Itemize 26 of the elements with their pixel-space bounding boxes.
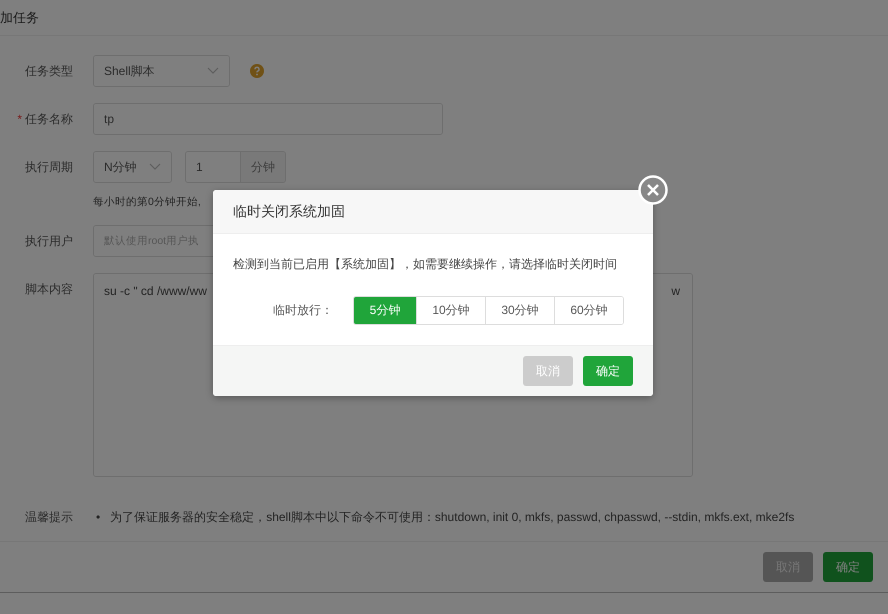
duration-option[interactable]: 60分钟: [554, 297, 623, 324]
name-input[interactable]: tp: [93, 103, 443, 135]
bullet-mark: •: [96, 509, 100, 526]
field-label: 执行周期: [25, 159, 73, 176]
type-select[interactable]: Shell脚本: [93, 55, 230, 87]
chevron-icon: [149, 163, 161, 171]
field-label: 执行用户: [25, 233, 73, 250]
period-select[interactable]: N分钟: [93, 151, 172, 183]
minutes-input[interactable]: 1: [185, 151, 241, 183]
field-label: 脚本内容: [25, 281, 73, 298]
dialog-title: 临时关闭系统加固: [233, 202, 345, 220]
required-mark: *: [17, 111, 22, 128]
field-label: 任务类型: [25, 63, 73, 80]
page-title: 加任务: [0, 8, 39, 26]
option-label: 临时放行：: [272, 302, 333, 319]
close-icon[interactable]: [638, 175, 668, 205]
tip-text: 为了保证服务器的安全稳定，shell脚本中以下命令不可使用：shutdown, init 0, mkfs, passwd, chpasswd, --stdin, mkfs.ext, mke2fs: [110, 509, 794, 526]
field-label: 任务名称: [25, 111, 73, 128]
schedule-hint: 每小时的第0分钟开始,: [93, 195, 201, 209]
dialog-message: 检测到当前已启用【系统加固】，如需要继续操作，请选择临时关闭时间: [233, 256, 618, 273]
duration-option[interactable]: 5分钟: [354, 297, 416, 324]
confirm-button[interactable]: 确定: [583, 356, 633, 386]
unit-label: 分钟: [241, 151, 286, 183]
tip-label: 温馨提示: [25, 509, 73, 526]
chevron-icon: [207, 67, 219, 75]
confirm-button[interactable]: 确定: [823, 552, 873, 582]
